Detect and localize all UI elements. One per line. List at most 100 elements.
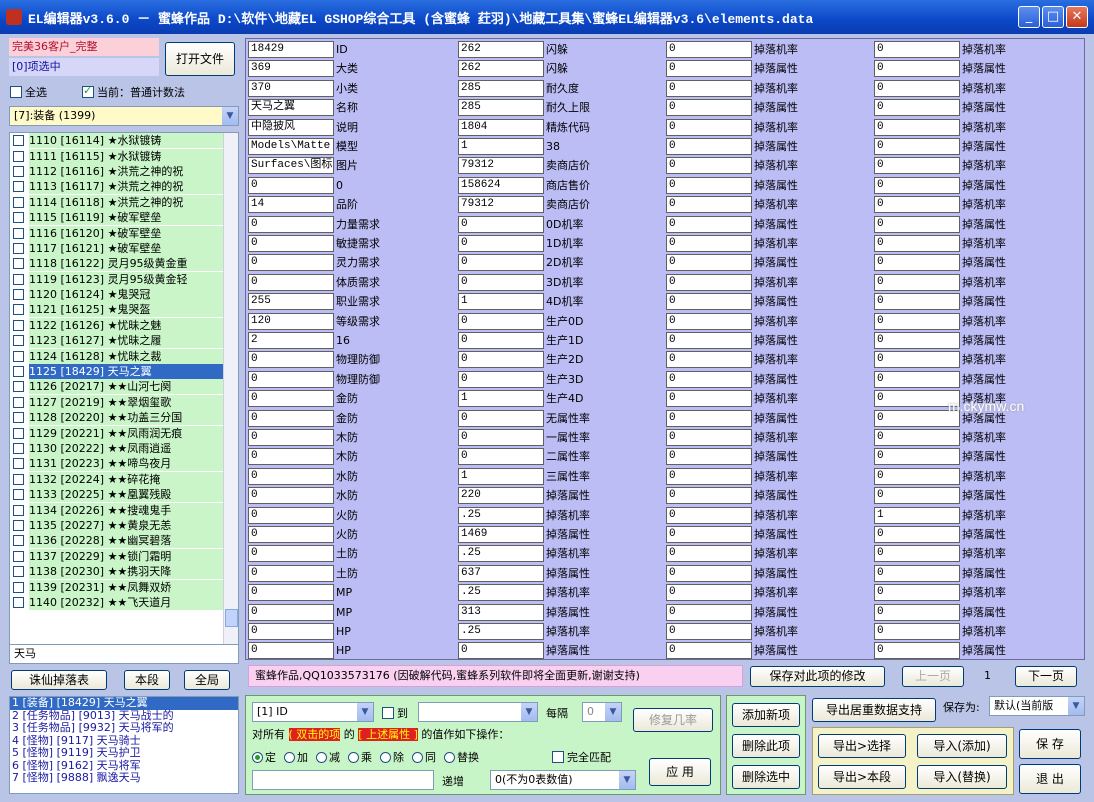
field-value-input[interactable]: 0 xyxy=(458,254,544,272)
field-value-input[interactable]: 0 xyxy=(458,409,544,427)
field-value-input[interactable]: 0 xyxy=(248,584,334,602)
checkbox-icon[interactable] xyxy=(13,165,24,177)
maximize-button[interactable]: □ xyxy=(1042,6,1064,28)
field-value-input[interactable]: 0 xyxy=(248,390,334,408)
item-row[interactable]: 1116 [16120] ★破军壁垒 xyxy=(10,225,238,241)
field-value-input[interactable]: 0 xyxy=(666,545,752,563)
category-select[interactable]: [7]:装备 (1399) ▼ xyxy=(9,106,239,126)
field-value-input[interactable]: 0 xyxy=(666,467,752,485)
checkbox-icon[interactable] xyxy=(13,550,24,562)
item-row[interactable]: 1140 [20232] ★★飞天道月 xyxy=(10,594,238,610)
field-value-input[interactable]: 370 xyxy=(248,79,334,97)
result-row[interactable]: 1 [装备] [18429] 天马之翼 xyxy=(10,697,238,710)
item-row[interactable]: 1125 [18429] 天马之翼 xyxy=(10,364,238,380)
field-value-input[interactable]: 0 xyxy=(874,138,960,155)
current-checkbox[interactable]: 当前：普通计数法 xyxy=(82,84,185,100)
checkbox-icon[interactable] xyxy=(13,396,24,408)
field-value-input[interactable]: 0 xyxy=(666,273,752,291)
field-value-input[interactable]: 0 xyxy=(874,623,960,640)
checkbox-icon[interactable] xyxy=(13,412,24,424)
save-button[interactable]: 保 存 xyxy=(1019,729,1081,759)
field-value-input[interactable]: 0 xyxy=(874,332,960,349)
checkbox-icon[interactable] xyxy=(13,489,24,501)
field-value-input[interactable]: 0 xyxy=(666,41,752,58)
field-value-input[interactable]: 0 xyxy=(666,312,752,330)
field-value-input[interactable]: 0 xyxy=(666,370,752,388)
export-npc-button[interactable]: 导出居重数据支持 xyxy=(812,698,936,722)
field-value-input[interactable]: 0 xyxy=(874,526,960,543)
field-value-input[interactable]: 0 xyxy=(666,254,752,272)
scroll-thumb[interactable] xyxy=(225,609,238,627)
checkbox-icon[interactable] xyxy=(13,443,24,454)
field-value-input[interactable]: 0 xyxy=(666,642,752,660)
field-value-input[interactable]: 0 xyxy=(874,545,960,563)
checkbox-icon[interactable] xyxy=(13,350,24,362)
field-value-input[interactable]: 369 xyxy=(248,60,334,78)
open-file-button[interactable]: 打开文件 xyxy=(165,42,235,76)
field-value-input[interactable]: 0 xyxy=(458,642,544,660)
checkbox-icon[interactable] xyxy=(13,566,24,578)
result-row[interactable]: 5 [怪物] [9119] 天马护卫 xyxy=(10,747,238,760)
field-value-input[interactable]: 18429 xyxy=(248,41,334,58)
item-row[interactable]: 1136 [20228] ★★幽冥碧落 xyxy=(10,533,238,549)
increment-select[interactable]: 0(不为0表数值) ▼ xyxy=(490,770,636,790)
field-value-input[interactable]: 0 xyxy=(458,370,544,388)
checkbox-icon[interactable] xyxy=(13,596,24,608)
field-value-input[interactable]: 0 xyxy=(874,312,960,330)
field-value-input[interactable]: 0 xyxy=(248,448,334,466)
result-row[interactable]: 7 [怪物] [9888] 飘逸天马 xyxy=(10,772,238,785)
field-value-input[interactable]: 2 xyxy=(248,332,334,349)
field-value-input[interactable]: 0 xyxy=(458,312,544,330)
operation-radio[interactable]: 乘 xyxy=(348,751,372,764)
field-value-input[interactable]: 0 xyxy=(666,215,752,233)
checkbox-icon[interactable] xyxy=(13,458,24,470)
field-value-input[interactable]: 0 xyxy=(666,584,752,602)
checkbox-icon[interactable] xyxy=(13,335,24,347)
field-value-input[interactable]: 天马之翼 xyxy=(248,99,334,117)
field-value-input[interactable]: 0 xyxy=(666,60,752,78)
item-row[interactable]: 1111 [16115] ★水狱镀铸 xyxy=(10,148,238,164)
field-value-input[interactable]: 0 xyxy=(248,506,334,524)
item-row[interactable]: 1129 [20221] ★★凤雨润无痕 xyxy=(10,425,238,441)
operation-radio[interactable]: 除 xyxy=(380,751,404,764)
field-value-input[interactable]: 0 xyxy=(666,506,752,524)
field-value-input[interactable]: 0 xyxy=(874,564,960,582)
to-checkbox[interactable]: 到 xyxy=(382,705,408,721)
step-input[interactable]: 0 ▼ xyxy=(582,702,622,722)
checkbox-icon[interactable] xyxy=(13,581,24,593)
field-value-input[interactable]: 313 xyxy=(458,603,544,621)
field-value-input[interactable]: 262 xyxy=(458,60,544,78)
field-value-input[interactable]: 0 xyxy=(874,273,960,291)
item-row[interactable]: 1128 [20220] ★★功盖三分国 xyxy=(10,410,238,426)
checkbox-icon[interactable] xyxy=(13,212,24,224)
field-value-input[interactable]: 0 xyxy=(458,351,544,369)
field-value-input[interactable]: 0 xyxy=(248,467,334,485)
export-selected-button[interactable]: 导出>选择 xyxy=(818,734,906,758)
item-row[interactable]: 1123 [16127] ★忧昧之履 xyxy=(10,333,238,349)
field-value-input[interactable]: 0 xyxy=(666,351,752,369)
item-row[interactable]: 1110 [16114] ★水狱镀铸 xyxy=(10,133,238,149)
field-value-input[interactable]: .25 xyxy=(458,545,544,563)
save-as-select[interactable]: 默认(当前版 ▼ xyxy=(989,696,1085,716)
item-row[interactable]: 1139 [20231] ★★凤舞双娇 xyxy=(10,579,238,595)
checkbox-icon[interactable] xyxy=(13,304,24,316)
item-row[interactable]: 1121 [16125] ★鬼哭盔 xyxy=(10,302,238,318)
field-value-input[interactable]: 0 xyxy=(458,273,544,291)
search-global-button[interactable]: 全局 xyxy=(184,670,230,690)
operation-radio[interactable]: 同 xyxy=(412,751,436,764)
field-value-input[interactable]: 0 xyxy=(666,293,752,311)
add-item-button[interactable]: 添加新项 xyxy=(732,703,800,727)
field-value-input[interactable]: 0 xyxy=(248,487,334,505)
item-row[interactable]: 1137 [20229] ★★锁门霜明 xyxy=(10,548,238,564)
field-value-input[interactable]: 120 xyxy=(248,312,334,330)
apply-button[interactable]: 应 用 xyxy=(649,758,711,786)
prev-page-button[interactable]: 上一页 xyxy=(902,666,964,687)
field-value-input[interactable]: 0 xyxy=(874,487,960,505)
field-value-input[interactable]: Surfaces\图标 xyxy=(248,157,334,175)
fix-rate-button[interactable]: 修复几率 xyxy=(633,708,713,732)
search-input[interactable]: 天马 xyxy=(9,644,239,664)
field-value-input[interactable]: 0 xyxy=(874,157,960,175)
field-value-input[interactable]: 0 xyxy=(248,603,334,621)
field-value-input[interactable]: 14 xyxy=(248,196,334,214)
item-row[interactable]: 1135 [20227] ★★黄泉无恙 xyxy=(10,517,238,533)
